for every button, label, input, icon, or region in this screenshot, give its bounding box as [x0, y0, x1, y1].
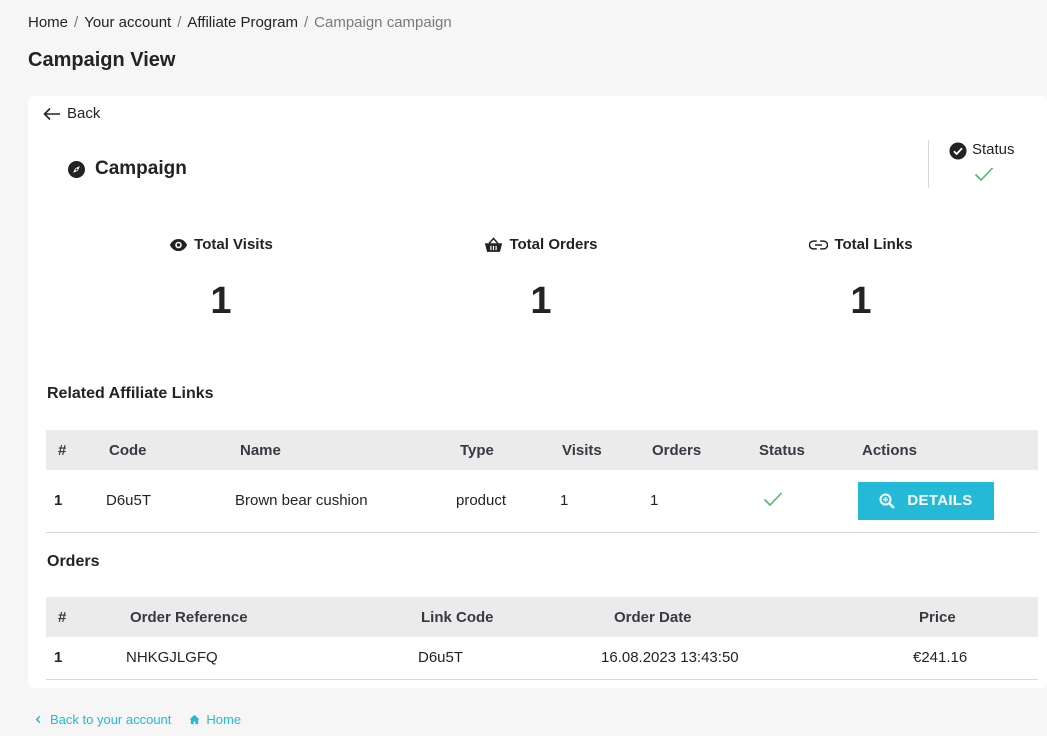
affiliate-links-table: # Code Name Type Visits Orders Status Ac… — [46, 430, 1038, 533]
column-header: Orders — [652, 441, 702, 459]
column-header: Name — [240, 441, 281, 459]
status-label: Status — [972, 141, 1015, 158]
footer-links: Back to your account Home — [33, 712, 241, 727]
home-icon — [189, 714, 200, 725]
check-mark-icon — [974, 167, 994, 182]
zoom-in-icon — [879, 493, 896, 509]
breadcrumb-home[interactable]: Home — [28, 14, 68, 31]
column-header: Visits — [562, 441, 602, 459]
column-header: Status — [759, 441, 805, 459]
back-button[interactable]: Back — [43, 105, 100, 122]
table-row: 1 D6u5T Brown bear cushion product 1 1 D… — [46, 470, 1038, 533]
breadcrumb-separator: / — [303, 14, 309, 31]
check-mark-icon — [763, 492, 783, 506]
row-number: 1 — [46, 637, 116, 680]
status-label-group: Status — [949, 141, 1015, 160]
stat-value: 1 — [530, 279, 552, 322]
stat-label: Total Orders — [509, 236, 598, 253]
table-header-row: # Code Name Type Visits Orders Status Ac… — [46, 430, 1038, 470]
breadcrumb-separator: / — [74, 14, 79, 31]
back-to-account-label: Back to your account — [50, 712, 172, 727]
column-header: Actions — [862, 441, 918, 459]
row-number: 1 — [46, 470, 91, 533]
link-status — [745, 470, 848, 533]
breadcrumb: Home / Your account / Affiliate Program / Camp… — [28, 14, 452, 31]
link-name: Brown bear cushion — [222, 470, 444, 533]
page-title: Campaign View — [28, 49, 176, 71]
stat-label-group: Total Orders — [484, 236, 598, 253]
column-header: Link Code — [421, 608, 494, 626]
back-to-account-link[interactable]: Back to your account — [33, 712, 171, 727]
order-reference: NHKGJLGFQ — [116, 637, 411, 680]
table-header-row: # Order Reference Link Code Order Date P… — [46, 597, 1038, 637]
breadcrumb-current: Campaign campaign — [314, 14, 452, 31]
order-price: €241.16 — [881, 637, 1038, 680]
check-circle-icon — [949, 142, 967, 160]
compass-icon — [68, 160, 85, 178]
link-code: D6u5T — [91, 470, 222, 533]
stat-total-orders: Total Orders 1 — [431, 236, 651, 323]
stat-value: 1 — [210, 279, 232, 322]
column-header: # — [58, 441, 67, 459]
campaign-heading: Campaign — [68, 158, 187, 180]
stat-total-visits: Total Visits 1 — [111, 236, 331, 323]
back-label: Back — [67, 105, 101, 122]
stat-label-group: Total Visits — [169, 236, 273, 253]
home-label: Home — [206, 712, 242, 727]
link-visits: 1 — [548, 470, 638, 533]
stat-label: Total Links — [834, 236, 913, 253]
stat-value: 1 — [850, 279, 872, 322]
column-header: Type — [460, 441, 494, 459]
column-header: Price — [919, 608, 956, 626]
order-date: 16.08.2023 13:43:50 — [601, 637, 881, 680]
campaign-label: Campaign — [95, 158, 187, 179]
orders-table: # Order Reference Link Code Order Date P… — [46, 597, 1038, 680]
link-actions: DETAILS — [848, 470, 1038, 533]
arrow-left-icon — [43, 107, 60, 120]
breadcrumb-affiliate-program[interactable]: Affiliate Program — [187, 14, 298, 31]
status-indicator: Status — [928, 140, 1047, 188]
breadcrumb-your-account[interactable]: Your account — [84, 14, 171, 31]
link-icon — [809, 239, 829, 250]
links-section-title: Related Affiliate Links — [47, 385, 214, 402]
order-link-code: D6u5T — [411, 637, 601, 680]
link-orders: 1 — [638, 470, 745, 533]
campaign-card: Back Campaign Status Total Visits 1 Tota… — [28, 96, 1047, 688]
eye-icon — [170, 238, 188, 251]
stat-total-links: Total Links 1 — [751, 236, 971, 323]
stat-label-group: Total Links — [809, 236, 913, 253]
link-type: product — [444, 470, 548, 533]
details-button[interactable]: DETAILS — [858, 481, 994, 520]
table-row: 1 NHKGJLGFQ D6u5T 16.08.2023 13:43:50 €2… — [46, 637, 1038, 680]
column-header: Code — [109, 441, 147, 459]
chevron-left-icon — [35, 715, 41, 724]
orders-section-title: Orders — [47, 553, 100, 570]
stat-label: Total Visits — [194, 236, 273, 253]
column-header: Order Date — [614, 608, 692, 626]
home-link[interactable]: Home — [189, 712, 241, 727]
details-label: DETAILS — [907, 492, 973, 510]
basket-icon — [485, 236, 503, 252]
column-header: # — [58, 608, 67, 626]
breadcrumb-separator: / — [177, 14, 182, 31]
column-header: Order Reference — [130, 608, 248, 626]
